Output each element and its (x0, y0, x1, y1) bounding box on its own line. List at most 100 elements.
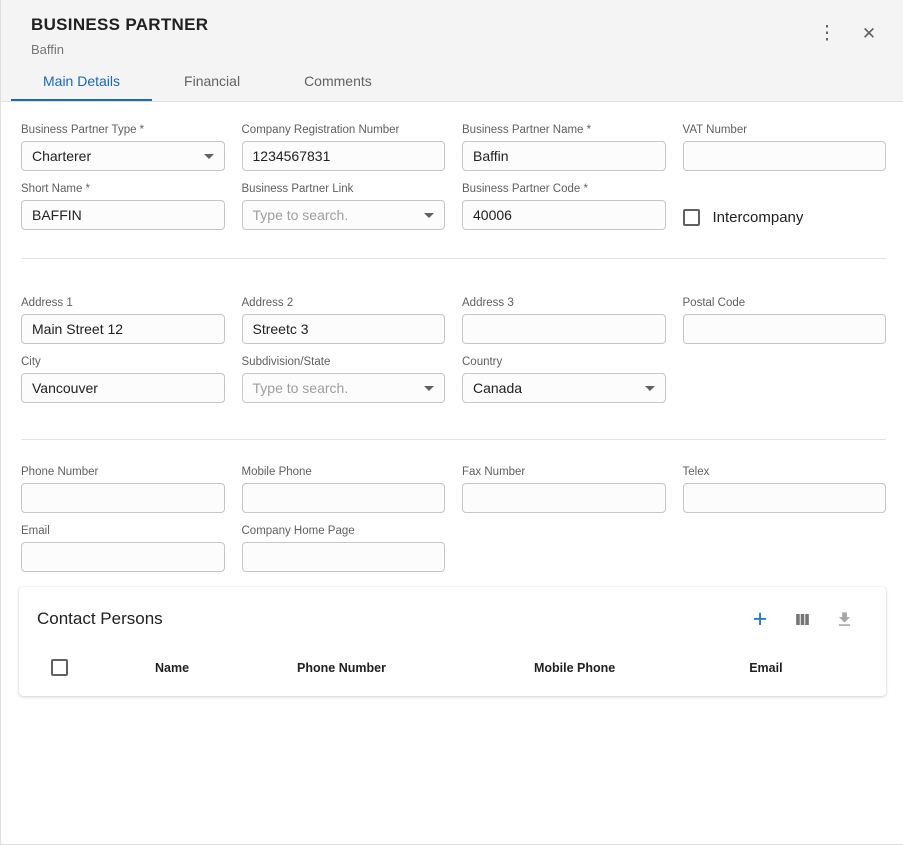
header-text: BUSINESS PARTNER Baffin (31, 15, 208, 57)
page-title: BUSINESS PARTNER (31, 15, 208, 35)
city-input[interactable] (21, 373, 225, 403)
field-city: City (21, 356, 225, 403)
address2-label: Address 2 (242, 297, 446, 309)
contact-persons-table-header: Name Phone Number Mobile Phone Email (19, 645, 886, 696)
address1-label: Address 1 (21, 297, 225, 309)
column-header-email: Email (749, 661, 782, 675)
field-address1: Address 1 (21, 297, 225, 344)
column-header-mobile-phone: Mobile Phone (534, 661, 615, 675)
short-name-label: Short Name * (21, 183, 225, 195)
company-registration-number-input[interactable] (242, 141, 446, 171)
vat-number-label: VAT Number (683, 124, 887, 136)
telex-label: Telex (683, 466, 887, 478)
header-actions: ⋮ ✕ (813, 15, 883, 47)
country-select[interactable]: Canada (462, 373, 666, 403)
address3-label: Address 3 (462, 297, 666, 309)
tab-bar: Main Details Financial Comments (1, 63, 903, 102)
postal-code-input[interactable] (683, 314, 887, 344)
field-mobile-phone: Mobile Phone (242, 466, 446, 513)
columns-icon-svg (793, 610, 812, 629)
address1-input[interactable] (21, 314, 225, 344)
business-partner-dialog: BUSINESS PARTNER Baffin ⋮ ✕ Main Details… (0, 0, 903, 845)
kebab-menu-icon[interactable]: ⋮ (813, 19, 841, 47)
field-company-registration-number: Company Registration Number (242, 124, 446, 171)
close-icon[interactable]: ✕ (855, 19, 883, 47)
business-partner-link-placeholder: Type to search. (253, 207, 349, 223)
field-postal-code: Postal Code (683, 297, 887, 344)
business-partner-code-input[interactable] (462, 200, 666, 230)
dialog-header: BUSINESS PARTNER Baffin ⋮ ✕ (1, 0, 903, 63)
chevron-down-icon (645, 386, 655, 391)
field-phone-number: Phone Number (21, 466, 225, 513)
field-business-partner-type: Business Partner Type * Charterer (21, 124, 225, 171)
business-partner-link-label: Business Partner Link (242, 183, 446, 195)
main-details-content: Business Partner Type * Charterer Compan… (1, 102, 903, 572)
chevron-down-icon (424, 386, 434, 391)
field-address2: Address 2 (242, 297, 446, 344)
short-name-input[interactable] (21, 200, 225, 230)
intercompany-checkbox-field[interactable]: Intercompany (683, 204, 887, 230)
intercompany-checkbox[interactable] (683, 209, 700, 226)
field-short-name: Short Name * (21, 183, 225, 230)
vat-number-input[interactable] (683, 141, 887, 171)
email-label: Email (21, 525, 225, 537)
select-all-checkbox[interactable] (51, 659, 68, 676)
phone-number-label: Phone Number (21, 466, 225, 478)
contact-persons-actions: + (748, 607, 856, 631)
field-company-home-page: Company Home Page (242, 525, 446, 572)
columns-icon[interactable] (790, 607, 814, 631)
add-contact-button[interactable]: + (748, 607, 772, 631)
fax-number-label: Fax Number (462, 466, 666, 478)
country-value: Canada (473, 380, 522, 396)
subdivision-state-label: Subdivision/State (242, 356, 446, 368)
business-partner-name-label: Business Partner Name * (462, 124, 666, 136)
identity-section: Business Partner Type * Charterer Compan… (21, 124, 886, 230)
field-address3: Address 3 (462, 297, 666, 344)
fax-number-input[interactable] (462, 483, 666, 513)
city-label: City (21, 356, 225, 368)
telex-input[interactable] (683, 483, 887, 513)
intercompany-label: Intercompany (713, 209, 804, 226)
mobile-phone-input[interactable] (242, 483, 446, 513)
business-partner-name-input[interactable] (462, 141, 666, 171)
field-business-partner-code: Business Partner Code * (462, 183, 666, 230)
field-subdivision-state: Subdivision/State Type to search. (242, 356, 446, 403)
business-partner-type-value: Charterer (32, 148, 91, 164)
address3-input[interactable] (462, 314, 666, 344)
column-header-phone-number: Phone Number (297, 661, 386, 675)
address2-input[interactable] (242, 314, 446, 344)
subdivision-state-select[interactable]: Type to search. (242, 373, 446, 403)
field-email: Email (21, 525, 225, 572)
chevron-down-icon (424, 213, 434, 218)
postal-code-label: Postal Code (683, 297, 887, 309)
download-icon-svg (835, 610, 854, 629)
section-divider (21, 439, 886, 440)
field-country: Country Canada (462, 356, 666, 403)
tab-financial[interactable]: Financial (152, 63, 272, 101)
field-telex: Telex (683, 466, 887, 513)
business-partner-code-label: Business Partner Code * (462, 183, 666, 195)
tab-comments[interactable]: Comments (272, 63, 404, 101)
field-fax-number: Fax Number (462, 466, 666, 513)
business-partner-link-select[interactable]: Type to search. (242, 200, 446, 230)
company-home-page-input[interactable] (242, 542, 446, 572)
business-partner-type-select[interactable]: Charterer (21, 141, 225, 171)
field-business-partner-name: Business Partner Name * (462, 124, 666, 171)
tab-main-details[interactable]: Main Details (11, 63, 152, 101)
mobile-phone-label: Mobile Phone (242, 466, 446, 478)
page-subtitle: Baffin (31, 42, 208, 57)
subdivision-state-placeholder: Type to search. (253, 380, 349, 396)
field-vat-number: VAT Number (683, 124, 887, 171)
address-section: Address 1 Address 2 Address 3 Postal Cod… (21, 297, 886, 403)
email-input[interactable] (21, 542, 225, 572)
phone-number-input[interactable] (21, 483, 225, 513)
contact-persons-title: Contact Persons (37, 609, 163, 629)
field-business-partner-link: Business Partner Link Type to search. (242, 183, 446, 230)
business-partner-type-label: Business Partner Type * (21, 124, 225, 136)
company-registration-number-label: Company Registration Number (242, 124, 446, 136)
contact-persons-card: Contact Persons + Name (19, 587, 886, 696)
plus-icon: + (753, 607, 768, 632)
contact-info-section: Phone Number Mobile Phone Fax Number Tel… (21, 466, 886, 572)
download-icon[interactable] (832, 607, 856, 631)
country-label: Country (462, 356, 666, 368)
